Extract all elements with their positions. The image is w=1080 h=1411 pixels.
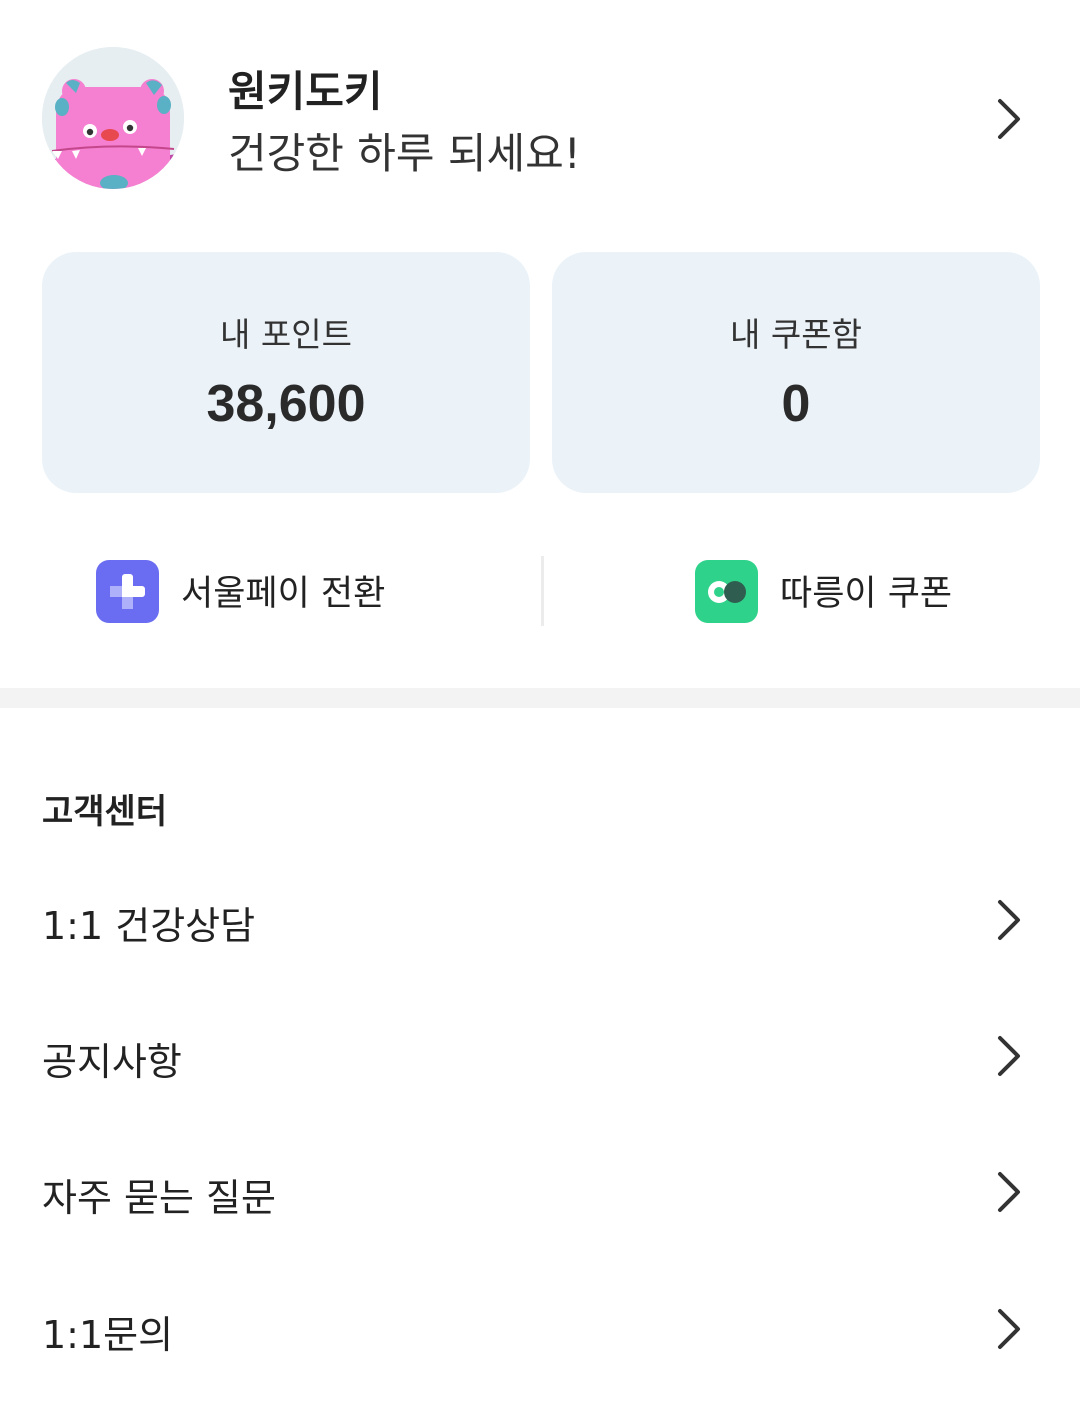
pink-monster-avatar-icon [42, 47, 184, 189]
chevron-right-icon [988, 1033, 1028, 1079]
menu-item-label: 1:1 건강상담 [42, 904, 256, 948]
coupon-count-value: 0 [781, 375, 811, 433]
points-value: 38,600 [206, 375, 366, 433]
menu-item-faq[interactable]: 자주 묻는 질문 [0, 1137, 1080, 1247]
profile-greeting: 건강한 하루 되세요! [228, 129, 581, 178]
section-divider [0, 688, 1080, 708]
chevron-right-icon [988, 1306, 1028, 1352]
ddareungi-coupon-label: 따릉이 쿠폰 [780, 574, 953, 614]
seoulpay-convert-label: 서울페이 전환 [181, 574, 386, 614]
avatar [42, 47, 184, 189]
menu-item-health-consult[interactable]: 1:1 건강상담 [0, 865, 1080, 975]
menu-item-label: 자주 묻는 질문 [42, 1176, 276, 1220]
chevron-right-icon[interactable] [988, 96, 1028, 142]
profile-name: 원키도키 [228, 67, 383, 116]
quick-actions-divider [541, 556, 544, 626]
seoulpay-icon [96, 560, 159, 623]
points-label: 내 포인트 [220, 315, 352, 354]
points-card[interactable]: 내 포인트 38,600 [42, 252, 530, 493]
coupon-box-card[interactable]: 내 쿠폰함 0 [552, 252, 1040, 493]
coupon-box-label: 내 쿠폰함 [730, 315, 862, 354]
customer-center-title: 고객센터 [42, 792, 168, 832]
profile-header[interactable]: 원키도키 건강한 하루 되세요! [0, 0, 1080, 230]
ddareungi-bike-icon [695, 560, 758, 623]
menu-item-inquiry[interactable]: 1:1문의 [0, 1274, 1080, 1384]
menu-item-label: 1:1문의 [42, 1313, 174, 1357]
menu-item-notices[interactable]: 공지사항 [0, 1001, 1080, 1111]
chevron-right-icon [988, 897, 1028, 943]
chevron-right-icon [988, 1169, 1028, 1215]
menu-item-label: 공지사항 [42, 1040, 182, 1084]
